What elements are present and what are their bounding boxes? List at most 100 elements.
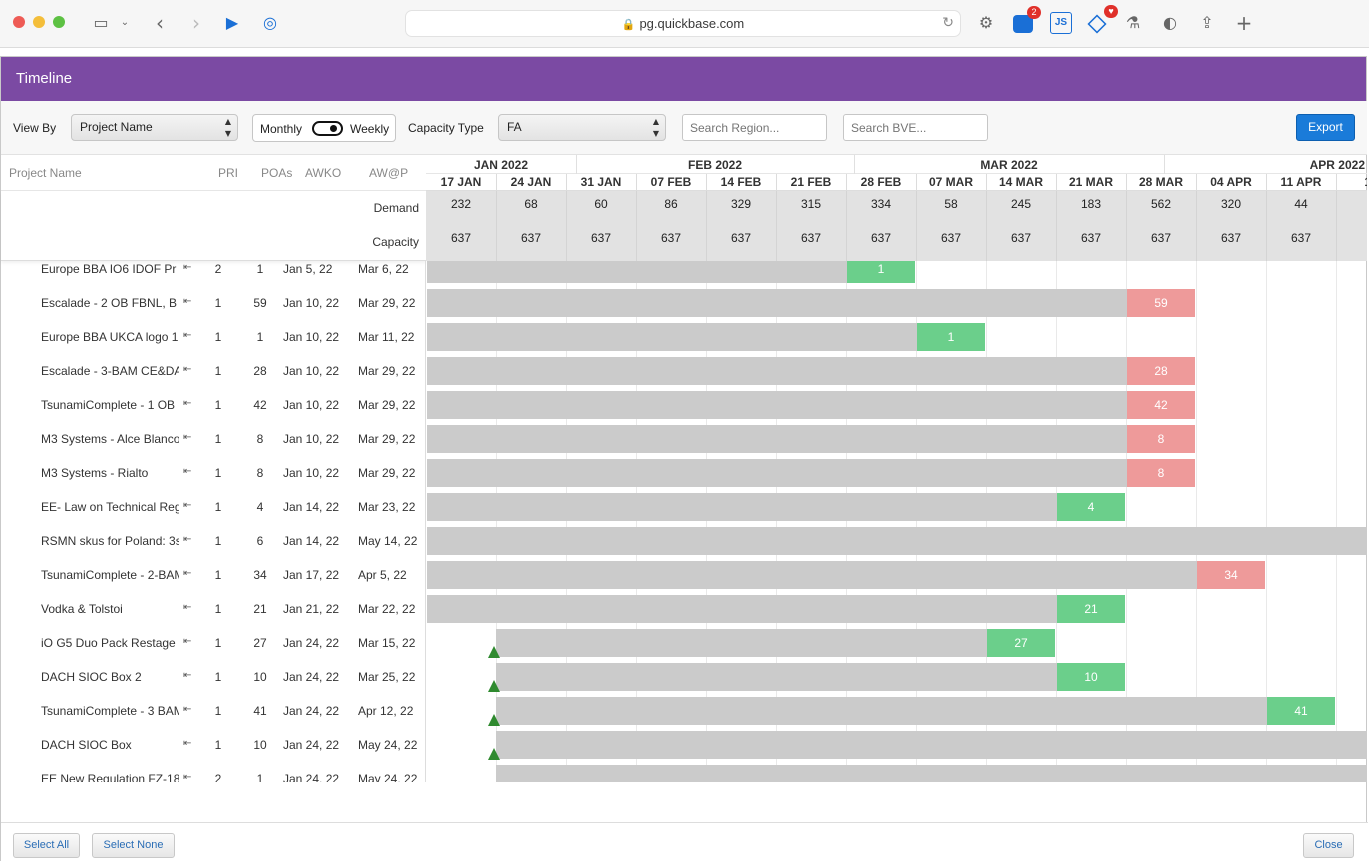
table-row[interactable]: RSMN skus for Poland: 3s 1 6 Jan 14, 22 May …	[1, 524, 425, 558]
zoom-window-button[interactable]	[53, 16, 65, 28]
pin-left-icon[interactable]: ⇤	[183, 704, 191, 715]
table-row[interactable]: DACH SIOC Box 2 1 10 Jan 24, 22 Mar 25, 22 ⇤	[1, 660, 425, 694]
search-bve-input[interactable]	[843, 114, 988, 141]
sidebar-icon[interactable]: ▭	[90, 12, 112, 34]
table-row[interactable]: M3 Systems - Rialto 1 8 Jan 10, 22 Mar 29, 2…	[1, 456, 425, 490]
col-poas[interactable]: POAs	[261, 166, 292, 180]
timeline-bar[interactable]	[427, 425, 1194, 453]
timeline-bar[interactable]	[427, 391, 1194, 419]
pin-left-icon[interactable]: ⇤	[183, 568, 191, 579]
poa-marker[interactable]: 28	[1127, 357, 1195, 385]
period-switch[interactable]	[312, 121, 343, 136]
project-name-cell: Vodka & Tolstoi	[41, 602, 123, 616]
pin-left-icon[interactable]: ⇤	[183, 670, 191, 681]
poa-marker[interactable]: 41	[1267, 697, 1335, 725]
poa-marker[interactable]: 21	[1057, 595, 1125, 623]
timeline-bar[interactable]	[427, 527, 1367, 555]
table-row[interactable]: iO G5 Duo Pack Restage 1 27 Jan 24, 22 Mar 1…	[1, 626, 425, 660]
back-icon[interactable]: ‹	[150, 12, 170, 34]
poa-marker[interactable]: 59	[1127, 289, 1195, 317]
search-region-input[interactable]	[682, 114, 827, 141]
pin-left-icon[interactable]: ⇤	[183, 432, 191, 443]
poa-marker[interactable]: 10	[1057, 663, 1125, 691]
pin-left-icon[interactable]: ⇤	[183, 262, 191, 273]
share-icon[interactable]: ⇪	[1197, 12, 1217, 34]
minimize-window-button[interactable]	[33, 16, 45, 28]
pin-left-icon[interactable]: ⇤	[183, 466, 191, 477]
close-window-button[interactable]	[13, 16, 25, 28]
js-extension-icon[interactable]: JS	[1050, 12, 1072, 34]
timeline-bar[interactable]	[496, 663, 1124, 691]
cube-extension-icon[interactable]: ♥	[1087, 5, 1118, 34]
table-row[interactable]: DACH SIOC Box 1 10 Jan 24, 22 May 24, 22 ⇤	[1, 728, 425, 762]
pin-left-icon[interactable]: ⇤	[183, 636, 191, 647]
flask-icon[interactable]: ⚗	[1124, 12, 1142, 34]
table-row[interactable]: Escalade - 3-BAM CE&DA 1 28 Jan 10, 22 Mar 2…	[1, 354, 425, 388]
table-row[interactable]: Escalade - 2 OB FBNL, B 1 59 Jan 10, 22 Mar …	[1, 286, 425, 320]
timeline-bar[interactable]	[496, 765, 1367, 782]
poa-marker[interactable]: 42	[1127, 391, 1195, 419]
select-all-button[interactable]: Select All	[13, 833, 80, 858]
poa-marker[interactable]: 27	[987, 629, 1055, 657]
poa-marker[interactable]: 8	[1127, 459, 1195, 487]
table-row[interactable]: M3 Systems - Alce Blanco 1 8 Jan 10, 22 Mar …	[1, 422, 425, 456]
table-row[interactable]: EE New Regulation FZ-18 2 1 Jan 24, 22 May 2…	[1, 762, 425, 782]
extension-play-icon[interactable]: ▶	[222, 12, 242, 34]
poa-marker[interactable]: 1	[847, 261, 915, 283]
pin-left-icon[interactable]: ⇤	[183, 364, 191, 375]
timeline-bar[interactable]	[496, 629, 1054, 657]
capacity-type-select[interactable]: FA ▲ ▼	[498, 114, 666, 141]
pin-left-icon[interactable]: ⇤	[183, 602, 191, 613]
timeline-bar[interactable]	[427, 323, 984, 351]
week-divider	[1196, 174, 1197, 191]
poa-marker[interactable]: 34	[1197, 561, 1265, 589]
shield-icon[interactable]: ◐	[1160, 12, 1180, 34]
col-awp[interactable]: AW@P	[369, 166, 408, 180]
password-manager-icon[interactable]: ◎	[259, 12, 281, 34]
pin-left-icon[interactable]: ⇤	[183, 738, 191, 749]
gear-icon[interactable]: ⚙	[975, 12, 997, 34]
pin-left-icon[interactable]: ⇤	[183, 534, 191, 545]
table-row[interactable]: TsunamiComplete - 2-BAM 1 34 Jan 17, 22 Apr …	[1, 558, 425, 592]
pin-left-icon[interactable]: ⇤	[183, 296, 191, 307]
view-by-select[interactable]: Project Name ▲ ▼	[71, 114, 238, 141]
poa-marker[interactable]: 4	[1057, 493, 1125, 521]
export-button[interactable]: Export	[1296, 114, 1355, 141]
col-project-name[interactable]: Project Name	[9, 166, 82, 180]
week-header: 17 JAN 24 JAN 31 JAN 07 FEB 14 FEB 21 FEB 28 F…	[426, 174, 1367, 191]
pin-left-icon[interactable]: ⇤	[183, 398, 191, 409]
timeline-bar[interactable]	[427, 459, 1194, 487]
table-row[interactable]: EE- Law on Technical Reg 1 4 Jan 14, 22 Mar …	[1, 490, 425, 524]
table-row[interactable]: Europe BBA UKCA logo 1 1 1 Jan 10, 22 Mar 11…	[1, 320, 425, 354]
close-button[interactable]: Close	[1303, 833, 1354, 858]
timeline-bar[interactable]	[427, 261, 915, 283]
chevron-down-icon[interactable]: ⌄	[118, 12, 132, 34]
address-bar[interactable]: 🔒 pg.quickbase.com ↻	[405, 10, 961, 37]
col-pri[interactable]: PRI	[218, 166, 238, 180]
col-awko[interactable]: AWKO	[305, 166, 341, 180]
timeline-bar[interactable]	[427, 357, 1194, 385]
reload-icon[interactable]: ↻	[942, 11, 954, 36]
timeline-bar[interactable]	[427, 595, 1124, 623]
timeline-bar[interactable]	[427, 493, 1124, 521]
timeline-bar[interactable]	[427, 289, 1194, 317]
timeline-bar[interactable]	[427, 561, 1264, 589]
poa-marker[interactable]: 1	[917, 323, 985, 351]
new-tab-icon[interactable]: +	[1234, 12, 1254, 34]
timeline-bar[interactable]	[496, 697, 1334, 725]
select-none-button[interactable]: Select None	[92, 833, 175, 858]
poas-cell: 8	[256, 466, 264, 480]
period-toggle[interactable]: Monthly Weekly	[252, 114, 396, 142]
table-row[interactable]: TsunamiComplete - 3 BAM 1 41 Jan 24, 22 Apr …	[1, 694, 425, 728]
pri-cell: 1	[214, 432, 222, 446]
poa-marker[interactable]: 8	[1127, 425, 1195, 453]
timeline-bar[interactable]	[496, 731, 1367, 759]
table-row[interactable]: TsunamiComplete - 1 OB 1 42 Jan 10, 22 Mar 2…	[1, 388, 425, 422]
table-row[interactable]: Europe BBA IO6 IDOF Pr 2 1 Jan 5, 22 Mar 6, …	[1, 261, 425, 286]
pin-left-icon[interactable]: ⇤	[183, 500, 191, 511]
forward-icon[interactable]: ›	[186, 12, 206, 34]
table-row[interactable]: Vodka & Tolstoi 1 21 Jan 21, 22 Mar 22, 22 ⇤	[1, 592, 425, 626]
pin-left-icon[interactable]: ⇤	[183, 330, 191, 341]
pin-left-icon[interactable]: ⇤	[183, 772, 191, 782]
extension-badge-icon[interactable]: 2	[1013, 6, 1041, 34]
